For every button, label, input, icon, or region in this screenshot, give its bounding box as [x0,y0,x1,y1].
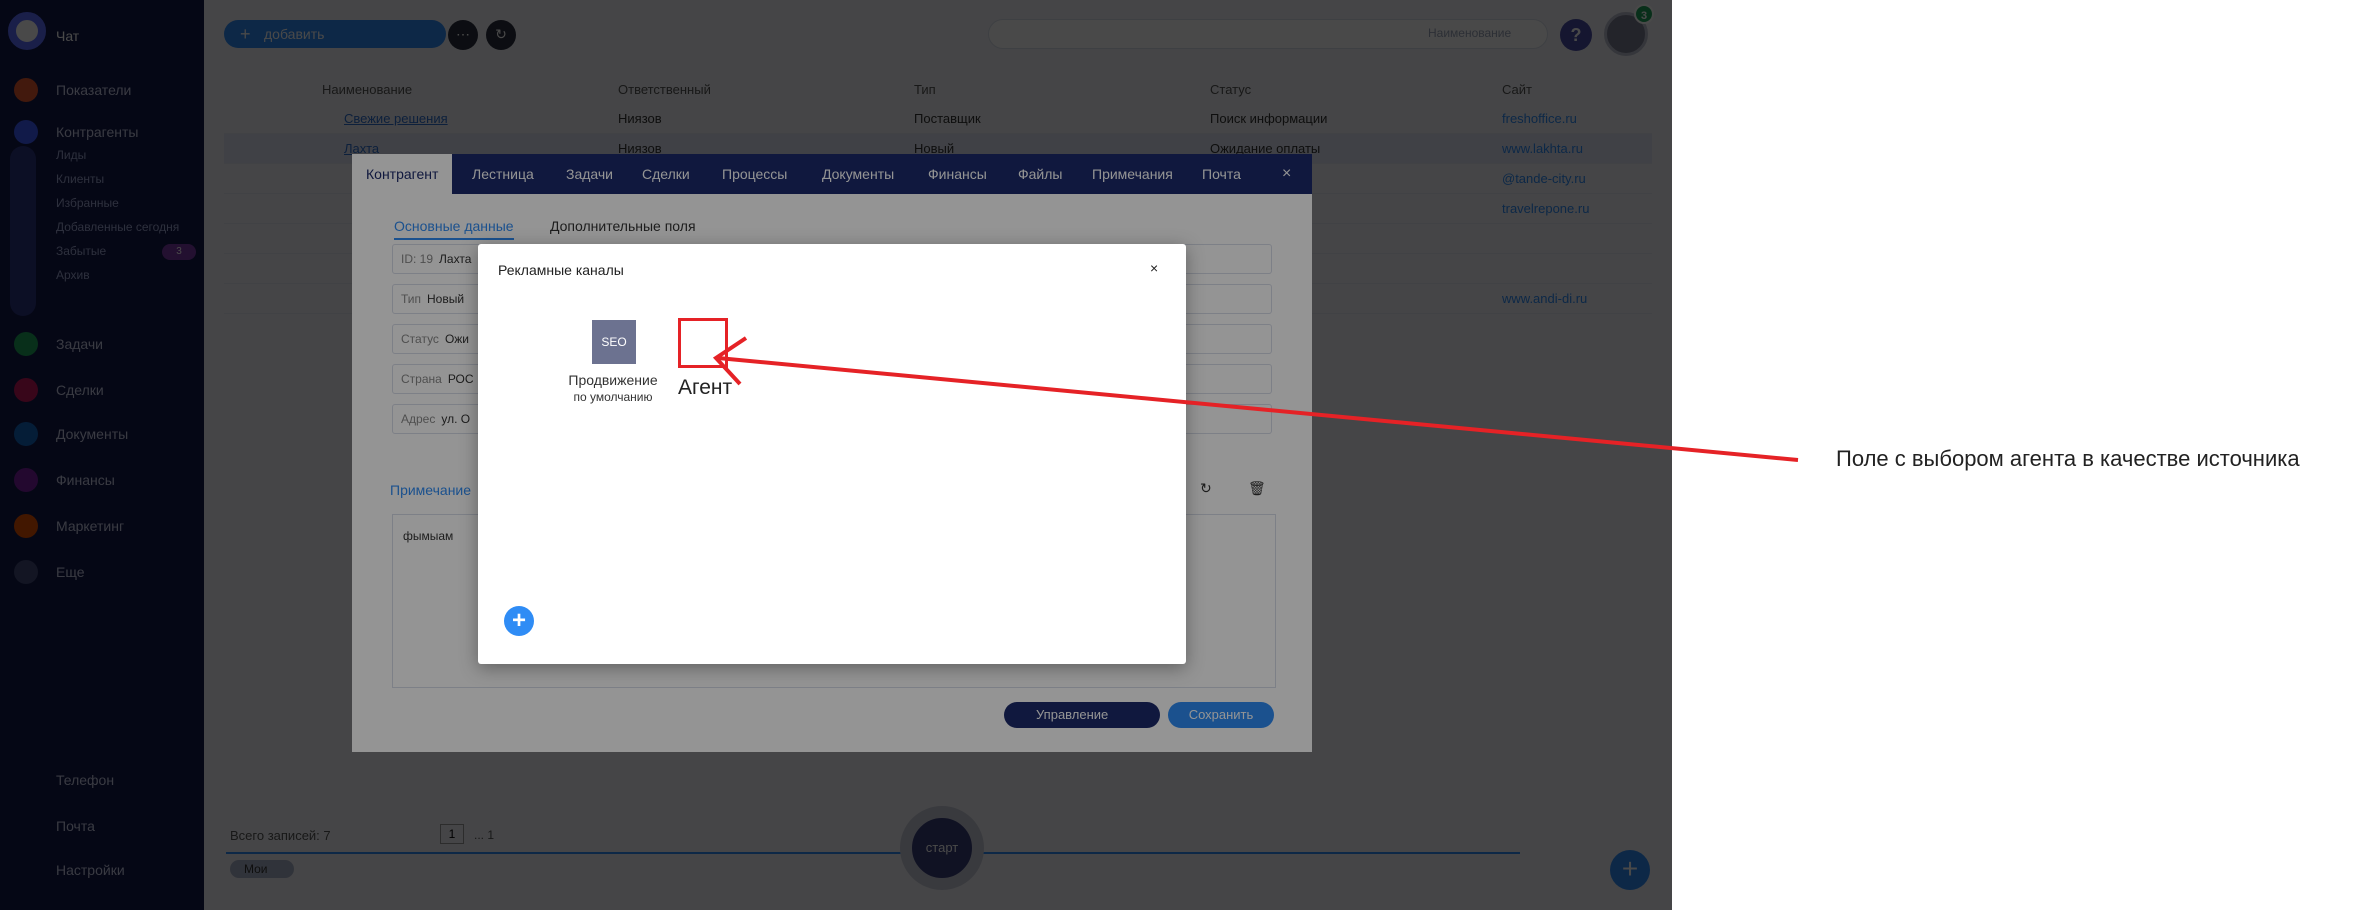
seo-channel-icon[interactable]: SEO [592,320,636,364]
ad-channels-modal: Рекламные каналы × SEO Продвижение по ум… [478,244,1186,664]
seo-channel-name: Продвижение [568,372,658,388]
annotation-text: Поле с выбором агента в качестве источни… [1836,446,2300,471]
agent-channel-field[interactable] [678,318,728,368]
seo-channel-default: по умолчанию [573,390,653,404]
stage: Чат Показатели Контрагенты Лиды Клиенты … [0,0,2368,910]
app-window: Чат Показатели Контрагенты Лиды Клиенты … [0,0,1672,910]
modal-title: Рекламные каналы [498,262,624,278]
add-channel-button[interactable]: + [504,606,534,636]
agent-channel-name: Агент [678,376,733,399]
close-icon[interactable]: × [1150,260,1158,276]
